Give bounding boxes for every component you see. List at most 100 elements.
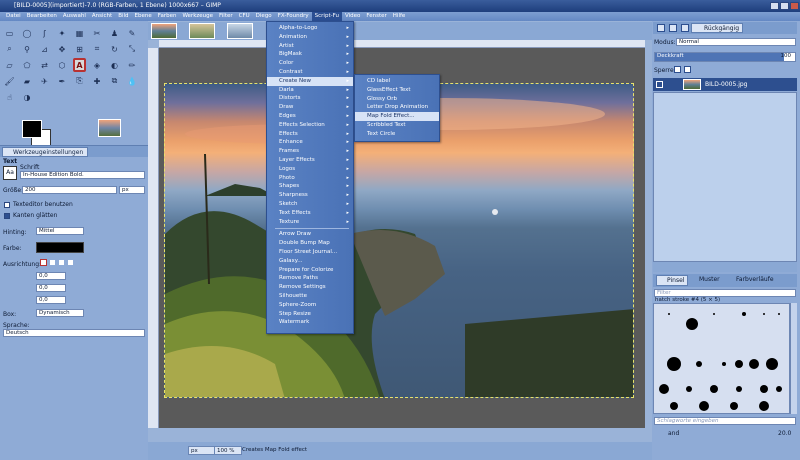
menu-werkzeuge[interactable]: Werkzeuge xyxy=(179,12,216,21)
dodge-icon[interactable]: ◑ xyxy=(21,90,34,104)
scriptfu-item-draw[interactable]: Draw ▸ xyxy=(267,103,353,112)
lock-pixels-icon[interactable] xyxy=(674,66,681,73)
bucket-fill-icon[interactable]: ◈ xyxy=(91,58,104,72)
move-icon[interactable]: ✥ xyxy=(56,42,69,56)
menu-diego[interactable]: Diego xyxy=(253,12,275,21)
scriptfu-item-shapes[interactable]: Shapes ▸ xyxy=(267,182,353,191)
scissors-icon[interactable]: ✂ xyxy=(91,26,104,40)
indent-field[interactable]: 0,0 xyxy=(36,272,66,280)
ellipse-select-icon[interactable]: ◯ xyxy=(21,26,34,40)
language-field[interactable]: Deutsch xyxy=(3,329,145,337)
font-field[interactable]: In-House Edition Bold. xyxy=(20,171,145,179)
create-new-item-scribbled-text[interactable]: Scribbled Text xyxy=(355,121,439,130)
scriptfu-item-photo[interactable]: Photo ▸ xyxy=(267,174,353,183)
text-editor-checkbox[interactable] xyxy=(4,202,10,208)
perspective-icon[interactable]: ⬠ xyxy=(21,58,34,72)
brushes-tab[interactable]: Pinsel xyxy=(656,275,689,286)
scriptfu-item-arrow-draw[interactable]: Arrow Draw xyxy=(267,230,353,239)
scriptfu-item-galaxy-[interactable]: Galaxy... xyxy=(267,257,353,266)
scriptfu-item-remove-paths[interactable]: Remove Paths xyxy=(267,274,353,283)
brush-preview[interactable] xyxy=(730,402,738,410)
menu-script-fu[interactable]: Script-Fu xyxy=(311,12,342,21)
brush-grid[interactable] xyxy=(653,303,790,414)
scriptfu-item-sketch[interactable]: Sketch ▸ xyxy=(267,200,353,209)
fuzzy-select-icon[interactable]: ✦ xyxy=(56,26,69,40)
ink-icon[interactable]: ✒ xyxy=(56,74,69,88)
scriptfu-item-animation[interactable]: Animation ▸ xyxy=(267,33,353,42)
text-tool-icon[interactable]: A xyxy=(73,58,86,72)
menu-auswahl[interactable]: Auswahl xyxy=(60,12,89,21)
close-icon[interactable] xyxy=(790,2,799,10)
scriptfu-item-sphere-zoom[interactable]: Sphere-Zoom xyxy=(267,301,353,310)
create-new-item-letter-drop-animation[interactable]: Letter Drop Animation xyxy=(355,103,439,112)
create-new-item-cd-label[interactable]: CD label xyxy=(355,77,439,86)
letter-spacing-field[interactable]: 0,0 xyxy=(36,296,66,304)
scriptfu-item-watermark[interactable]: Watermark xyxy=(267,318,353,327)
scriptfu-item-edges[interactable]: Edges ▸ xyxy=(267,112,353,121)
hinting-select[interactable]: Mittel xyxy=(36,227,84,235)
blend-icon[interactable]: ◐ xyxy=(108,58,121,72)
paths-icon[interactable]: ✎ xyxy=(126,26,139,40)
menu-bild[interactable]: Bild xyxy=(115,12,131,21)
scriptfu-item-create-new[interactable]: Create New ▸ xyxy=(267,76,353,86)
zoom-icon[interactable]: ⚲ xyxy=(21,42,34,56)
airbrush-icon[interactable]: ✈ xyxy=(38,74,51,88)
scriptfu-item-distorts[interactable]: Distorts ▸ xyxy=(267,94,353,103)
scriptfu-item-darla[interactable]: Darla ▸ xyxy=(267,86,353,95)
menu-fx-foundry[interactable]: FX-Foundry xyxy=(275,12,312,21)
color-picker-icon[interactable]: ⌕ xyxy=(3,42,16,56)
zoom-select[interactable]: 100 % xyxy=(214,446,242,455)
measure-icon[interactable]: ⊿ xyxy=(38,42,51,56)
brush-preview[interactable] xyxy=(735,360,743,368)
layer-row[interactable]: BILD-0005.jpg xyxy=(653,78,797,91)
active-image-thumbnail[interactable] xyxy=(98,119,121,137)
scriptfu-item-effects-selection[interactable]: Effects Selection ▸ xyxy=(267,121,353,130)
brush-preview[interactable] xyxy=(710,385,718,393)
scriptfu-item-logos[interactable]: Logos ▸ xyxy=(267,165,353,174)
channels-tab-icon[interactable] xyxy=(669,24,677,32)
scriptfu-item-prepare-for-colorize[interactable]: Prepare for Colorize xyxy=(267,266,353,275)
brush-preview[interactable] xyxy=(749,359,759,369)
free-select-icon[interactable]: ʃ xyxy=(38,26,51,40)
brush-preview[interactable] xyxy=(742,312,746,316)
brush-preview[interactable] xyxy=(686,386,692,392)
brush-preview[interactable] xyxy=(696,361,702,367)
menu-ansicht[interactable]: Ansicht xyxy=(89,12,115,21)
menu-fenster[interactable]: Fenster xyxy=(363,12,389,21)
brush-preview[interactable] xyxy=(759,401,769,411)
image-tab-3[interactable] xyxy=(227,23,253,39)
menu-datei[interactable]: Datei xyxy=(3,12,24,21)
scriptfu-item-remove-settings[interactable]: Remove Settings xyxy=(267,283,353,292)
tool-options-tab[interactable]: Werkzeugeinstellungen xyxy=(2,147,89,157)
box-select[interactable]: Dynamisch xyxy=(36,309,84,317)
menu-filter[interactable]: Filter xyxy=(216,12,236,21)
brush-preview[interactable] xyxy=(668,313,670,315)
create-new-item-glossy-orb[interactable]: Glossy Orb xyxy=(355,95,439,104)
justify-left-icon[interactable] xyxy=(40,259,47,266)
lock-alpha-icon[interactable] xyxy=(684,66,691,73)
paths-tab-icon[interactable] xyxy=(681,24,689,32)
undo-tab[interactable]: Rückgängig xyxy=(691,23,744,33)
brush-preview[interactable] xyxy=(778,313,780,315)
rotate-icon[interactable]: ↻ xyxy=(108,42,121,56)
align-icon[interactable]: ⊞ xyxy=(73,42,86,56)
flip-icon[interactable]: ⇄ xyxy=(38,58,51,72)
create-new-item-glasseffect-text[interactable]: GlassEffect Text xyxy=(355,86,439,95)
foreground-color-swatch[interactable] xyxy=(22,120,42,138)
maximize-icon[interactable] xyxy=(780,2,789,10)
mode-select[interactable]: Normal xyxy=(676,38,796,46)
brush-preview[interactable] xyxy=(659,384,669,394)
cage-icon[interactable]: ⬡ xyxy=(56,58,69,72)
menu-ebene[interactable]: Ebene xyxy=(132,12,155,21)
brush-preview[interactable] xyxy=(760,385,768,393)
antialias-checkbox[interactable] xyxy=(4,213,10,219)
crop-icon[interactable]: ⌗ xyxy=(91,42,104,56)
scriptfu-item-color[interactable]: Color ▸ xyxy=(267,59,353,68)
clone-icon[interactable]: ⎘ xyxy=(73,74,86,88)
brush-preview[interactable] xyxy=(670,402,678,410)
pencil-icon[interactable]: ✏ xyxy=(126,58,139,72)
create-new-item-text-circle[interactable]: Text Circle xyxy=(355,130,439,139)
scriptfu-item-silhouette[interactable]: Silhouette xyxy=(267,292,353,301)
line-spacing-field[interactable]: 0,0 xyxy=(36,284,66,292)
brush-preview[interactable] xyxy=(686,318,698,330)
